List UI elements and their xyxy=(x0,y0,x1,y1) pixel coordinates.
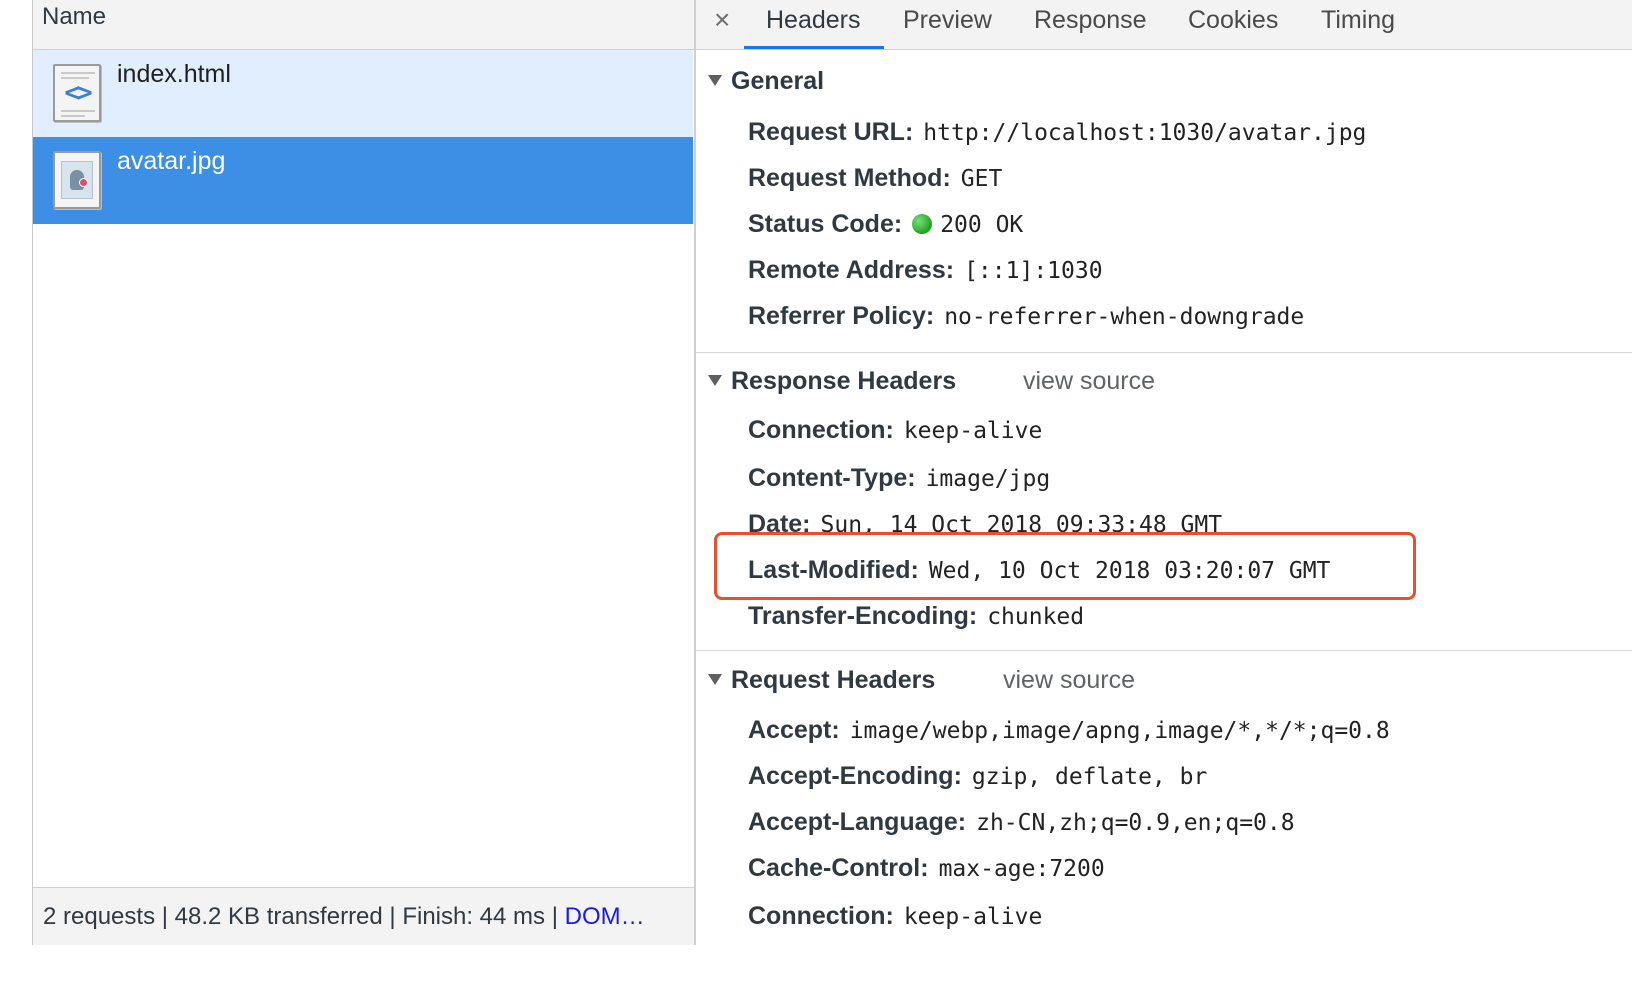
tab-cookies[interactable]: Cookies xyxy=(1188,6,1278,35)
request-list-panel: Name <> index.html avatar.jpg 2 requests… xyxy=(32,0,695,945)
header-row-accept-encoding: Accept-Encoding: gzip, deflate, br xyxy=(748,762,1208,790)
expand-triangle-icon xyxy=(708,674,722,685)
last-modified-highlight-box xyxy=(714,532,1416,600)
header-row-connection: Connection: keep-alive xyxy=(748,416,1043,444)
active-tab-indicator xyxy=(744,46,884,49)
header-row-accept-language: Accept-Language: zh-CN,zh;q=0.9,en;q=0.8 xyxy=(748,808,1295,836)
dom-content-loaded-link[interactable]: DOM… xyxy=(565,903,645,930)
image-file-icon xyxy=(53,151,101,209)
tab-headers[interactable]: Headers xyxy=(766,6,861,35)
devtools-network-panel: Name <> index.html avatar.jpg 2 requests… xyxy=(0,0,1632,984)
status-ok-icon xyxy=(912,214,933,234)
name-column-header[interactable]: Name xyxy=(33,0,695,50)
tab-timing[interactable]: Timing xyxy=(1321,6,1395,35)
header-row-status-code: Status Code: 200 OK xyxy=(748,210,1024,238)
request-name: index.html xyxy=(117,60,231,88)
request-view-source-link[interactable]: view source xyxy=(1003,666,1135,695)
request-name: avatar.jpg xyxy=(117,147,226,175)
header-row-connection-request: Connection: keep-alive xyxy=(748,902,1043,930)
html-file-icon: <> xyxy=(53,64,101,122)
header-row-accept: Accept: image/webp,image/apng,image/*,*/*… xyxy=(748,716,1390,744)
expand-triangle-icon xyxy=(708,75,722,86)
header-row-referrer-policy: Referrer Policy: no-referrer-when-downgra… xyxy=(748,302,1305,330)
section-general-header[interactable]: General xyxy=(708,67,824,96)
close-icon[interactable]: × xyxy=(714,4,730,36)
status-summary: 2 requests | 48.2 KB transferred | Finis… xyxy=(43,903,645,930)
network-status-bar: 2 requests | 48.2 KB transferred | Finis… xyxy=(33,887,695,945)
response-view-source-link[interactable]: view source xyxy=(1023,367,1155,396)
header-row-transfer-encoding: Transfer-Encoding: chunked xyxy=(748,602,1085,630)
section-divider xyxy=(696,352,1632,353)
tab-preview[interactable]: Preview xyxy=(903,6,992,35)
header-row-content-type: Content-Type: image/jpg xyxy=(748,464,1051,492)
section-response-headers-header[interactable]: Response Headers xyxy=(708,367,956,396)
expand-triangle-icon xyxy=(708,375,722,386)
request-row-avatar-jpg[interactable]: avatar.jpg xyxy=(33,137,693,224)
request-row-index-html[interactable]: <> index.html xyxy=(33,50,693,137)
name-column-label: Name xyxy=(42,3,107,30)
header-row-request-method: Request Method: GET xyxy=(748,164,1003,192)
header-row-remote-address: Remote Address: [::1]:1030 xyxy=(748,256,1103,284)
request-details-panel: × Headers Preview Response Cookies Timin… xyxy=(696,0,1632,945)
section-request-headers-header[interactable]: Request Headers xyxy=(708,666,935,695)
details-tabbar: × Headers Preview Response Cookies Timin… xyxy=(696,0,1632,50)
tab-response[interactable]: Response xyxy=(1034,6,1147,35)
header-row-cache-control: Cache-Control: max-age:7200 xyxy=(748,854,1105,882)
section-divider xyxy=(696,650,1632,651)
header-row-request-url: Request URL: http://localhost:1030/avatar… xyxy=(748,118,1367,146)
